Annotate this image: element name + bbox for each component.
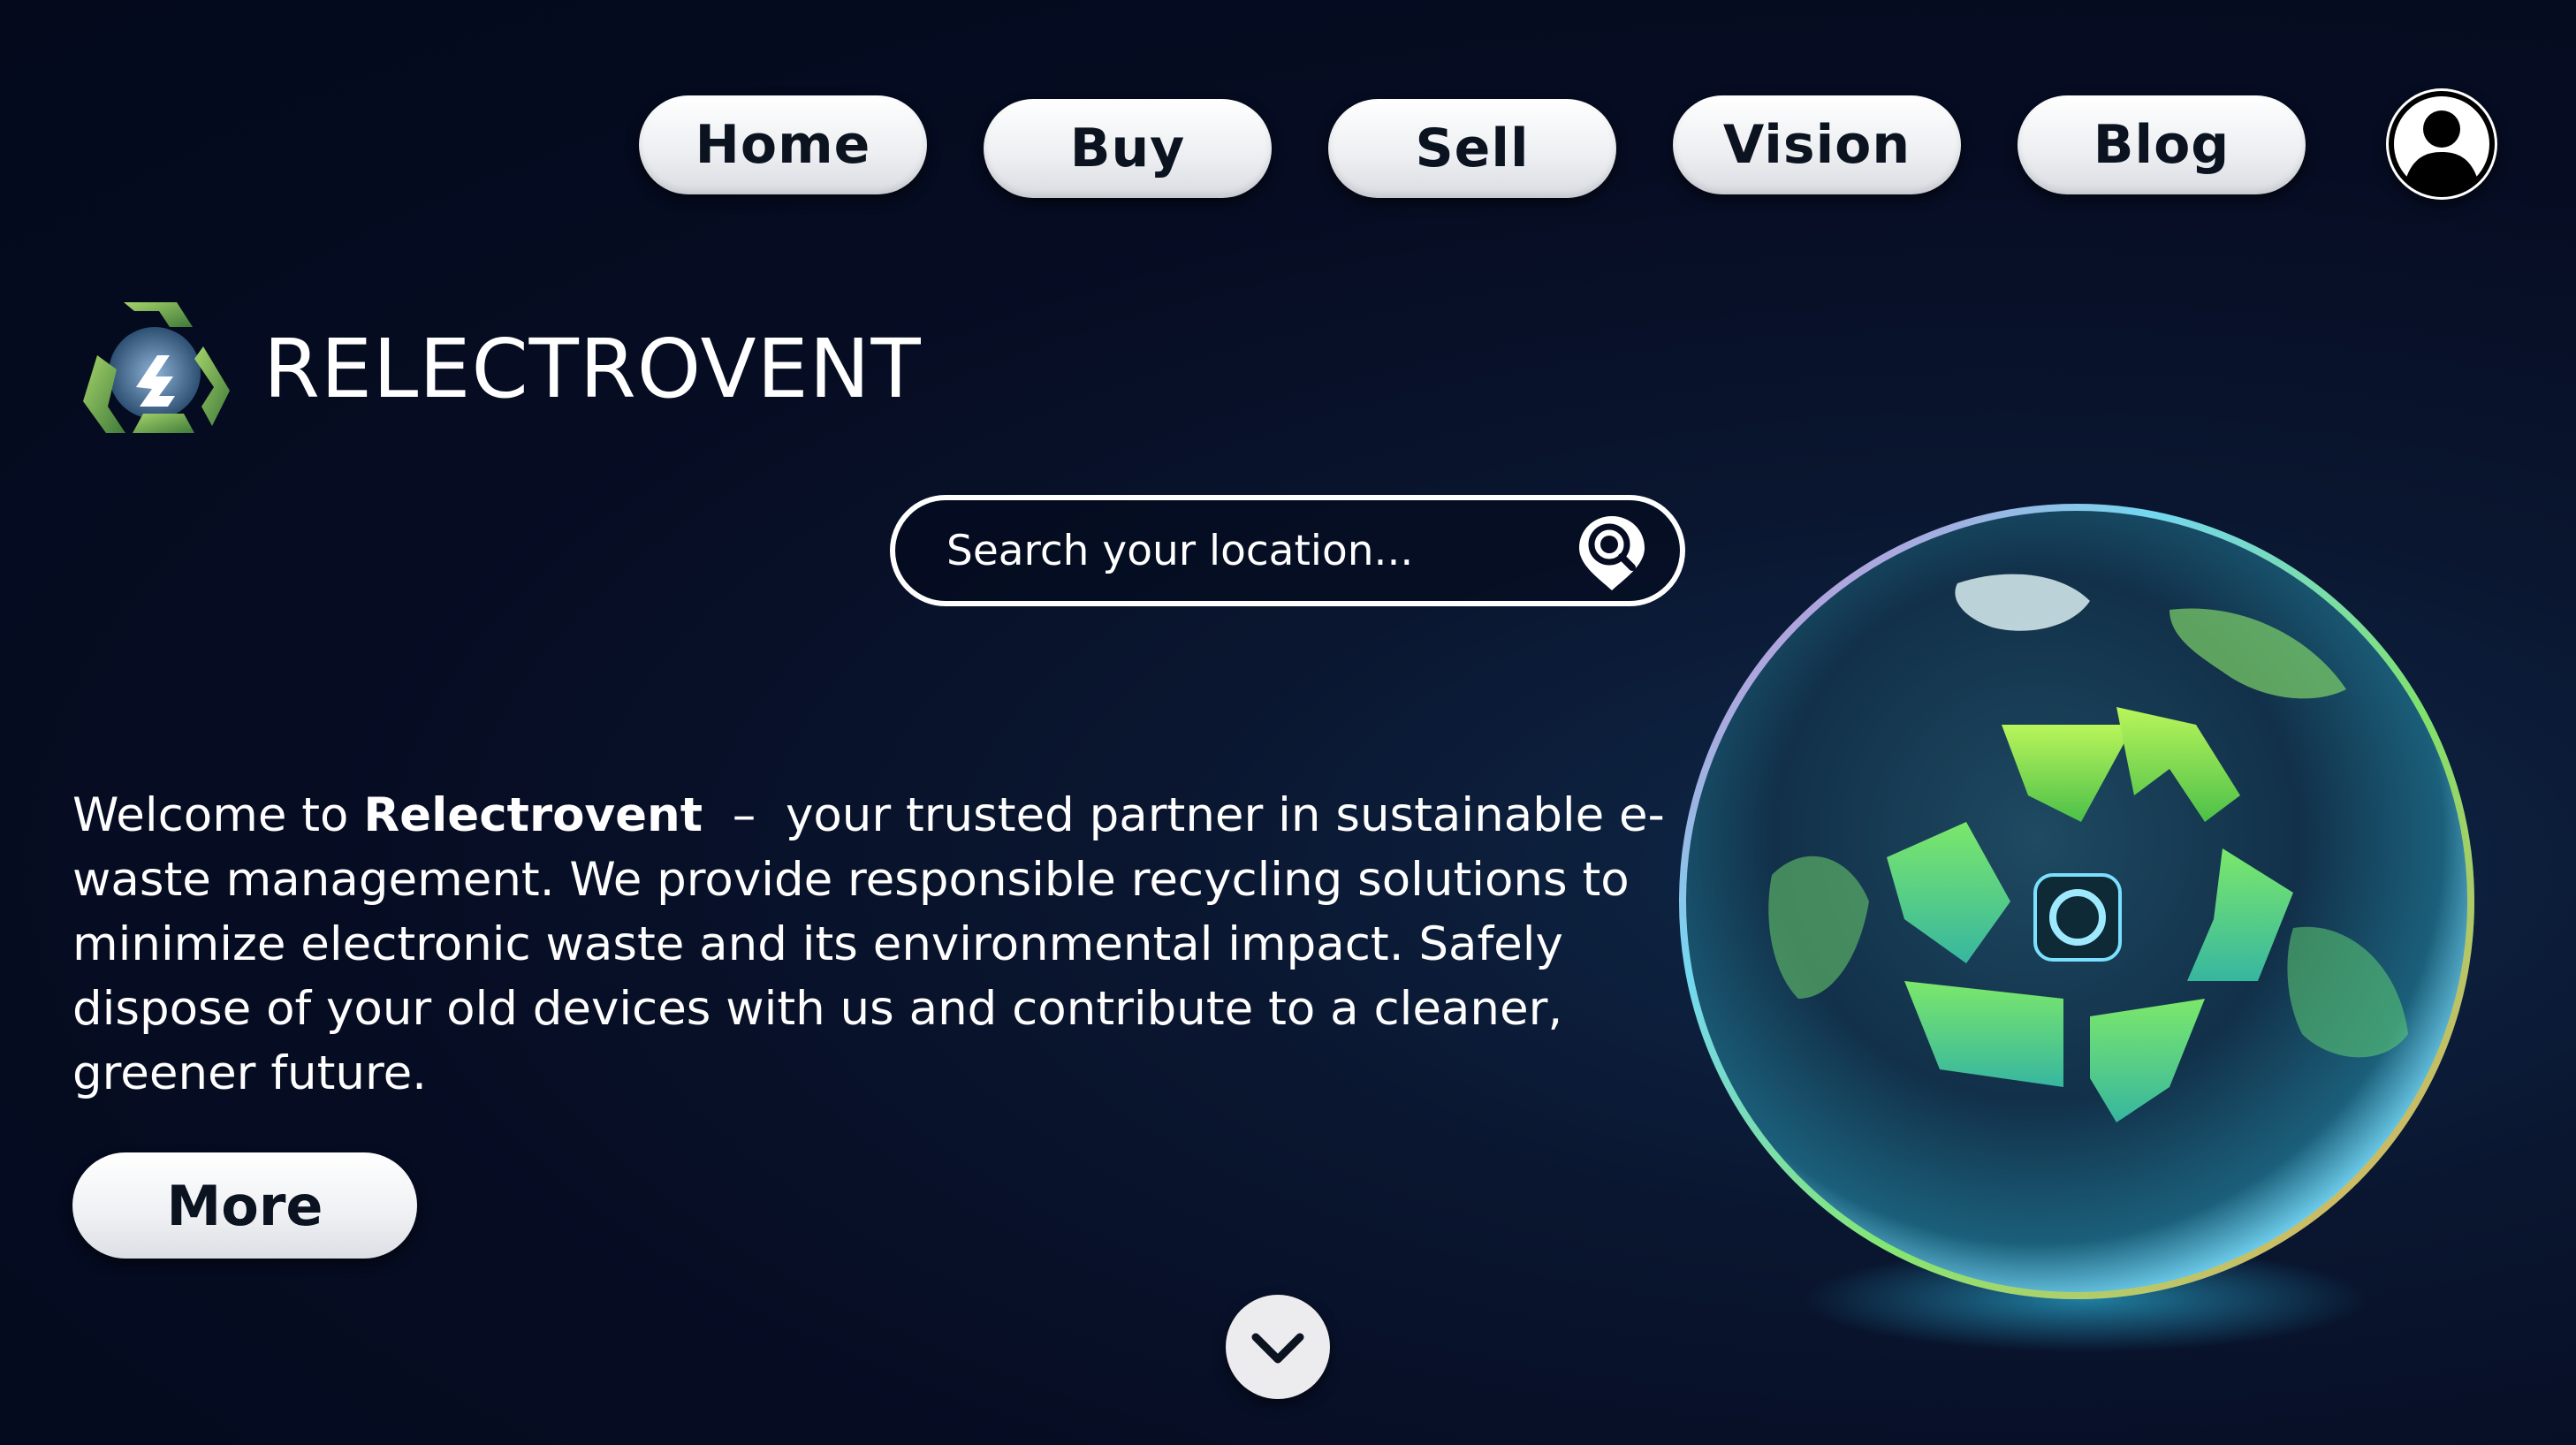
recycle-logo-icon xyxy=(83,302,230,433)
main-nav: Home Buy Sell Vision Blog xyxy=(0,95,2576,198)
more-button[interactable]: More xyxy=(72,1152,417,1259)
nav-blog-button[interactable]: Blog xyxy=(2017,95,2306,194)
scroll-down-button[interactable] xyxy=(1226,1295,1330,1399)
nav-vision-button[interactable]: Vision xyxy=(1673,95,1961,194)
brand: RELECTROVENT xyxy=(71,285,922,453)
welcome-separator: – xyxy=(703,788,786,842)
brand-name: RELECTROVENT xyxy=(263,321,922,416)
location-search xyxy=(890,495,1685,606)
nav-sell-button[interactable]: Sell xyxy=(1328,99,1616,198)
recycle-globe-icon xyxy=(1679,504,2474,1352)
nav-buy-button[interactable]: Buy xyxy=(984,99,1272,198)
location-search-icon[interactable] xyxy=(1574,513,1650,592)
nav-home-button[interactable]: Home xyxy=(639,95,927,194)
location-search-input[interactable] xyxy=(946,520,1556,582)
welcome-prefix: Welcome to xyxy=(72,788,364,842)
welcome-brand: Relectrovent xyxy=(363,788,703,842)
welcome-text: Welcome to Relectrovent – your trusted p… xyxy=(72,783,1681,1106)
user-circle-icon xyxy=(2389,91,2495,197)
profile-button[interactable] xyxy=(2386,88,2497,200)
chevron-down-icon xyxy=(1251,1333,1304,1364)
